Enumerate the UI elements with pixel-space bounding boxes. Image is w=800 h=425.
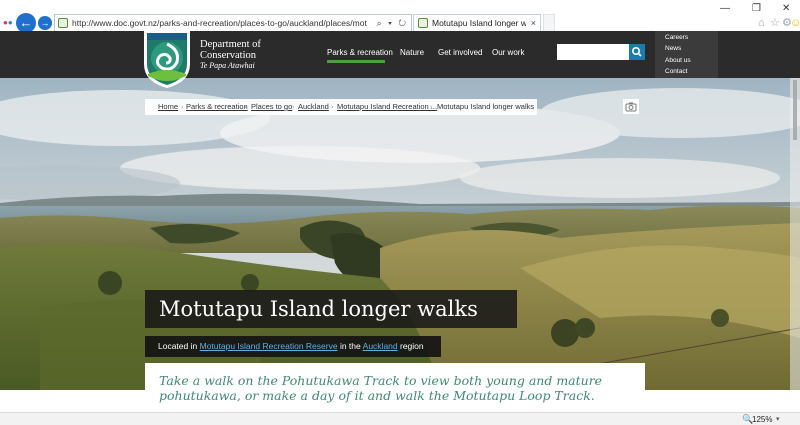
location-mid: in the [339,341,361,351]
breadcrumb: Home › Parks & recreation › Places to go… [145,99,537,115]
org-name-line1: Department of [200,39,261,50]
util-link-about-us[interactable]: About us [665,57,691,65]
breadcrumb-separator: › [292,102,295,111]
org-name[interactable]: Department of Conservation [200,39,261,61]
forward-button[interactable]: → [38,16,52,30]
browser-logo-icon: ●● [3,18,13,27]
feedback-smiley-icon[interactable]: ☺ [790,17,800,29]
breadcrumb-separator: › [244,102,247,111]
location-suffix: region [400,341,424,351]
breadcrumb-current: Motutapu Island longer walks [437,102,535,111]
nav-get-involved[interactable]: Get involved [438,48,482,58]
location-prefix: Located in [158,341,198,351]
address-bar[interactable]: http://www.doc.govt.nz/parks-and-recreat… [54,14,412,32]
address-actions-icon[interactable]: ⌕ ▾ ↻ [377,16,408,30]
intro-box: Take a walk on the Pohutukawa Track to v… [145,363,645,413]
util-link-careers[interactable]: Careers [665,34,688,42]
window-close-icon[interactable]: ✕ [782,3,790,15]
intro-text: Take a walk on the Pohutukawa Track to v… [159,373,603,403]
search-button[interactable] [629,44,645,60]
back-button[interactable]: ← [16,13,36,33]
breadcrumb-separator: › [181,102,184,111]
nav-parks-recreation[interactable]: Parks & recreation [327,48,393,58]
favorites-star-icon[interactable]: ☆ [770,17,780,29]
tab-title: Motutapu Island longer walk... [432,18,526,28]
browser-chrome: ●● ← → http://www.doc.govt.nz/parks-and-… [0,0,800,33]
site-search-input[interactable] [557,44,629,60]
site-favicon-icon [58,18,68,28]
page-title: Motutapu Island longer walks [145,290,517,328]
tab-close-icon[interactable]: × [531,17,536,30]
active-nav-indicator [327,60,385,63]
org-name-line2: Conservation [200,50,256,61]
location-region-link[interactable]: Auckland [363,341,398,351]
util-link-news[interactable]: News [665,45,681,53]
breadcrumb-motutapu-reserve[interactable]: Motutapu Island Recreation ... [337,99,437,115]
status-bar: 🔍 125% ▾ [0,412,800,425]
breadcrumb-separator: › [430,102,433,111]
camera-icon [625,102,637,112]
doc-logo-icon[interactable] [144,30,190,88]
page-scrollbar-thumb[interactable] [793,80,797,140]
home-icon[interactable]: ⌂ [758,17,765,29]
util-link-contact[interactable]: Contact [665,68,687,76]
address-url[interactable]: http://www.doc.govt.nz/parks-and-recreat… [72,17,367,30]
breadcrumb-places-to-go[interactable]: Places to go [251,99,292,115]
breadcrumb-separator: › [331,102,334,111]
tab-favicon-icon [418,18,428,28]
browser-tab-active[interactable]: Motutapu Island longer walk... × [413,14,541,32]
zoom-dropdown-icon[interactable]: ▾ [776,414,780,425]
org-subtitle: Te Papa Atawhai [200,61,255,70]
location-info: Located in Motutapu Island Recreation Re… [145,336,441,357]
nav-nature[interactable]: Nature [400,48,424,58]
window-maximize-icon[interactable]: ❐ [752,3,761,15]
new-tab-button[interactable] [543,14,555,32]
breadcrumb-parks-recreation[interactable]: Parks & recreation [186,99,248,115]
window-minimize-icon[interactable]: — [720,3,730,15]
utility-nav: Careers News About us Contact [655,31,718,78]
zoom-level[interactable]: 125% [752,414,772,425]
location-reserve-link[interactable]: Motutapu Island Recreation Reserve [200,341,338,351]
photo-credit-button[interactable] [623,99,639,114]
nav-our-work[interactable]: Our work [492,48,524,58]
breadcrumb-auckland[interactable]: Auckland [298,99,329,115]
search-icon [631,46,642,57]
breadcrumb-home[interactable]: Home [158,99,178,115]
